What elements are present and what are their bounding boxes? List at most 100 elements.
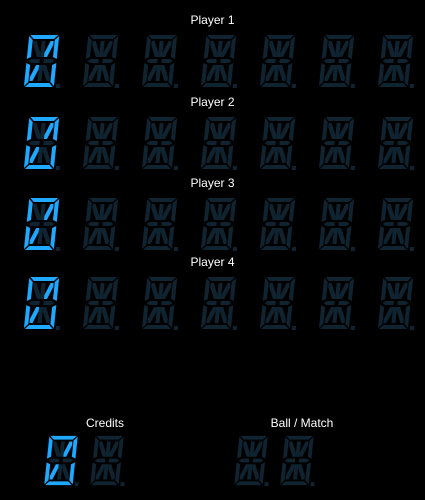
segment-a (384, 198, 413, 202)
segment-f (380, 199, 387, 222)
player-4-score-display-digit-2 (82, 277, 120, 330)
player-1-score-display-digit-1 (23, 35, 61, 88)
segment-e (318, 305, 326, 328)
segment-c (168, 63, 175, 86)
segment-j (102, 123, 113, 139)
segment-d (24, 165, 53, 169)
segment-f (380, 278, 387, 301)
segment-b (288, 199, 296, 222)
segment-g1 (323, 222, 335, 226)
segment-g2 (279, 59, 291, 63)
segment-d (24, 83, 53, 87)
segment-c (69, 462, 76, 485)
segment-f (26, 278, 33, 301)
segment-b (52, 36, 60, 59)
segment-dp (409, 326, 415, 330)
segment-dp (291, 84, 297, 88)
segment-e (82, 226, 90, 249)
segment-m (278, 228, 286, 244)
segment-e (200, 145, 208, 168)
credits-label: Credits (85, 416, 124, 430)
segment-a (207, 277, 236, 281)
segment-g1 (264, 141, 276, 145)
segment-h (33, 283, 41, 299)
segment-b (170, 36, 178, 59)
segment-k (147, 228, 158, 244)
segment-m (160, 307, 168, 323)
segment-f (236, 436, 243, 459)
segment-f (321, 199, 328, 222)
segment-h (269, 283, 277, 299)
segment-c (286, 145, 293, 168)
segment-k (95, 464, 105, 480)
player-1-score-display-digit-7 (377, 35, 415, 88)
segment-e (318, 63, 326, 86)
segment-j (161, 283, 172, 299)
segment-k (383, 228, 394, 244)
segment-m (62, 464, 69, 480)
segment-a (325, 277, 354, 281)
credits-display-digit-1 (44, 435, 79, 487)
segment-k (206, 147, 217, 163)
segment-g1 (28, 301, 40, 305)
segment-c (115, 462, 122, 485)
segment-j (299, 441, 309, 457)
segment-k (265, 228, 276, 244)
player-3-score-display-digit-4 (200, 198, 238, 251)
segment-j (338, 41, 349, 57)
segment-b (170, 278, 178, 301)
segment-e (23, 63, 31, 86)
segment-a (96, 435, 123, 440)
segment-j (161, 204, 172, 220)
segment-g1 (264, 301, 276, 305)
segment-f (203, 199, 210, 222)
segment-g1 (146, 301, 158, 305)
segment-d (235, 481, 262, 486)
segment-a (89, 35, 118, 39)
segment-m (42, 228, 50, 244)
segment-c (286, 305, 293, 328)
segment-dp (74, 482, 79, 487)
segment-f (26, 199, 33, 222)
segment-e (377, 305, 385, 328)
segment-dp (310, 482, 315, 487)
segment-g1 (28, 59, 40, 63)
player-4-score-display-digit-7 (377, 277, 415, 330)
segment-m (108, 464, 115, 480)
segment-b (288, 118, 296, 141)
segment-g1 (87, 59, 99, 63)
segment-k (29, 307, 40, 323)
segment-b (406, 118, 414, 141)
segment-k (147, 65, 158, 81)
segment-h (210, 41, 218, 57)
segment-a (89, 117, 118, 121)
segment-a (30, 277, 59, 281)
segment-g2 (220, 141, 232, 145)
segment-d (83, 165, 112, 169)
segment-m (42, 147, 50, 163)
player-2-score-display-digit-1 (23, 117, 61, 170)
segment-m (42, 65, 50, 81)
segment-c (227, 305, 234, 328)
segment-f (321, 278, 328, 301)
segment-g1 (94, 458, 106, 463)
segment-g1 (205, 141, 217, 145)
segment-m (396, 147, 404, 163)
segment-d (378, 83, 407, 87)
segment-g2 (43, 301, 55, 305)
segment-g1 (264, 222, 276, 226)
segment-h (387, 283, 395, 299)
segment-g2 (397, 222, 409, 226)
segment-k (29, 228, 40, 244)
ball-match-display-digit-2 (280, 435, 315, 487)
segment-e (377, 63, 385, 86)
ball-match-label: Ball / Match (270, 416, 334, 430)
player-3-score-display-digit-7 (377, 198, 415, 251)
segment-m (160, 228, 168, 244)
segment-k (88, 228, 99, 244)
segment-j (220, 41, 231, 57)
segment-f (203, 36, 210, 59)
segment-g2 (397, 59, 409, 63)
player-2-score-display-digit-6 (318, 117, 356, 170)
segment-a (325, 117, 354, 121)
